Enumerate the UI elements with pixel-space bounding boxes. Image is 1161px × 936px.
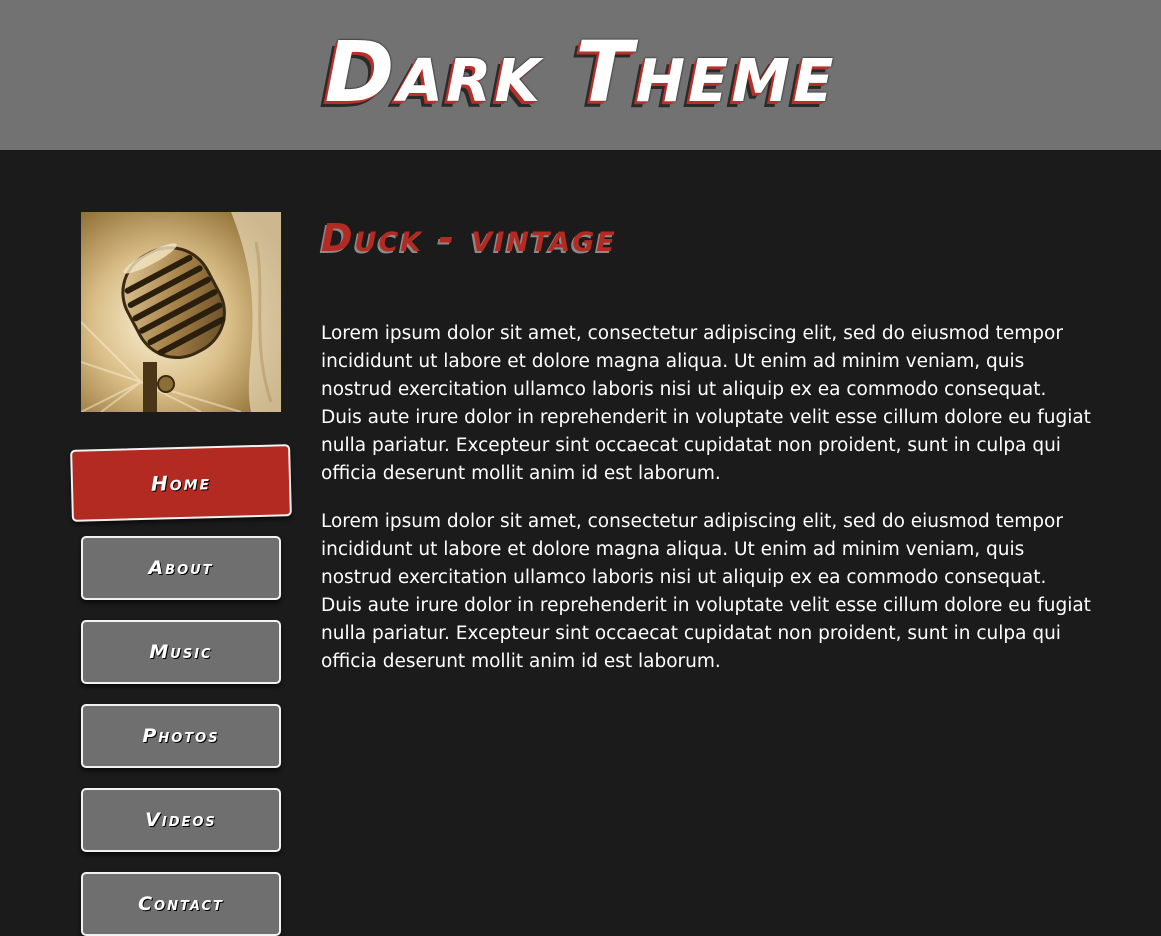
content-section: Duck - vintage Lorem ipsum dolor sit ame… xyxy=(321,210,1091,672)
nav-photos-button[interactable]: Photos xyxy=(81,704,281,768)
nav-videos-button[interactable]: Videos xyxy=(81,788,281,852)
content-paragraph: Lorem ipsum dolor sit amet, consectetur … xyxy=(321,511,1091,672)
nav-music-button[interactable]: Music xyxy=(81,620,281,684)
nav-home-button[interactable]: Home xyxy=(70,444,292,522)
microphone-image-icon xyxy=(81,212,281,412)
nav-contact-button[interactable]: Contact xyxy=(81,872,281,936)
content-paragraph: Lorem ipsum dolor sit amet, consectetur … xyxy=(321,323,1091,484)
content-heading: Duck - vintage xyxy=(321,216,617,260)
nav-about-button[interactable]: About xyxy=(81,536,281,600)
microphone-photo xyxy=(81,212,281,412)
site-title: Dark Theme xyxy=(324,23,837,121)
site-header: Dark Theme xyxy=(0,0,1161,150)
main-area: Home About Music Photos Videos Contact D… xyxy=(0,150,1161,936)
